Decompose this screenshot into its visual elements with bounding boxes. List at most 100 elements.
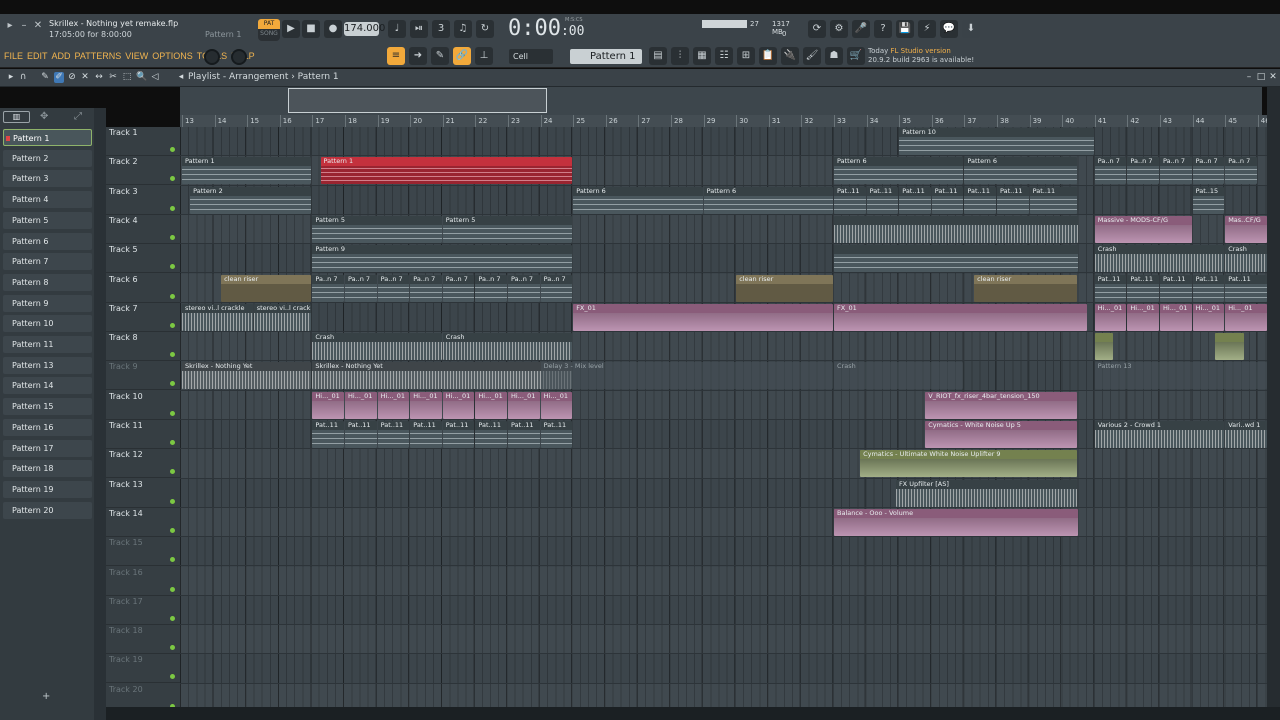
clip[interactable]: Hi..._01 — [1127, 303, 1159, 331]
close-icon[interactable]: ✕ — [32, 20, 44, 32]
news-panel[interactable]: Today FL Studio version 20.9.2 build 296… — [868, 47, 978, 69]
clip[interactable]: Pat..11 — [508, 421, 540, 448]
clip[interactable]: Hi..._01 — [377, 391, 410, 419]
cart-icon[interactable]: 🛒 — [847, 47, 865, 65]
clipboard-icon[interactable]: 📋 — [759, 47, 777, 65]
clip[interactable]: Pat..11 — [1192, 274, 1225, 302]
clip[interactable]: Pa..n 7 — [508, 274, 540, 302]
clip[interactable]: Pat..11 — [312, 421, 344, 448]
clip[interactable]: Pa..n 7 — [1094, 157, 1127, 185]
clip[interactable]: Hi..._01 — [410, 391, 442, 419]
horizontal-scrollbar[interactable] — [106, 707, 1280, 720]
pattern-panel-link-icon[interactable]: ⤢ — [74, 111, 82, 122]
track-lane[interactable] — [180, 596, 1267, 626]
clip[interactable]: Pat..11 — [997, 186, 1029, 214]
clip[interactable]: Skrillex - Nothing Yet — [312, 362, 573, 390]
arrangement-overview[interactable] — [180, 87, 1262, 115]
clip[interactable] — [1215, 333, 1244, 361]
ruler-bar-43[interactable]: 43 — [1160, 115, 1172, 127]
ruler-bar-34[interactable]: 34 — [866, 115, 879, 127]
ruler-bar-31[interactable]: 31 — [768, 115, 781, 127]
pattern-item[interactable]: Pattern 14 — [3, 377, 92, 395]
playlist-grid[interactable]: Pattern 10 Pattern 1 Pattern 1 Pattern 6 Pat… — [180, 127, 1267, 707]
track-mute-led[interactable] — [170, 615, 175, 621]
ruler-bar-18[interactable]: 18 — [345, 115, 357, 127]
channel-rack-icon[interactable]: ⫶ — [671, 47, 689, 65]
clip[interactable]: Pattern 6 — [834, 157, 964, 185]
track-header[interactable]: Track 14 — [106, 508, 180, 537]
menu-edit[interactable]: EDIT — [27, 51, 48, 61]
menu-view[interactable]: VIEW — [125, 51, 148, 61]
clip[interactable]: Pa..n 7 — [1192, 157, 1225, 185]
wait-input-icon[interactable]: ⏯ — [410, 20, 428, 38]
clip[interactable]: stereo vi..l crackle — [182, 303, 253, 331]
clip[interactable]: Pa..n 7 — [540, 274, 573, 302]
clip[interactable]: Cymatics - White Noise Up 5 — [925, 421, 1078, 448]
track-header[interactable]: Track 19 — [106, 654, 180, 684]
slip-tool-icon[interactable]: ↔ — [94, 72, 104, 83]
pattern-item[interactable]: Pattern 10 — [3, 315, 92, 333]
track-lane[interactable] — [180, 567, 1267, 596]
pattern-item[interactable]: Pattern 7 — [3, 253, 92, 271]
playlist-menu-icon[interactable]: ▸ — [6, 72, 16, 83]
ruler-bar-26[interactable]: 26 — [605, 115, 618, 127]
clip[interactable]: Pat..11 — [931, 186, 964, 214]
track-header[interactable]: Track 12 — [106, 449, 180, 479]
pattern-item[interactable]: Pattern 15 — [3, 398, 92, 416]
clip[interactable]: Hi..._01 — [475, 391, 507, 419]
clip[interactable]: Hi..._01 — [1160, 303, 1192, 331]
track-mute-led[interactable] — [170, 440, 175, 445]
clip[interactable]: clean riser — [221, 274, 312, 302]
menu-file[interactable]: FILE — [4, 51, 23, 61]
clip[interactable]: Pa..n 7 — [1127, 157, 1159, 185]
clip[interactable]: Hi..._01 — [540, 391, 573, 419]
pattern-item[interactable]: Pattern 11 — [3, 336, 92, 353]
clip[interactable]: Pattern 1 — [320, 157, 573, 185]
clip[interactable]: Pat..11 — [410, 421, 442, 448]
clip[interactable]: Pattern 6 — [573, 186, 703, 214]
clip[interactable]: Skrillex - Nothing Yet — [182, 362, 312, 390]
menu-add[interactable]: ADD — [52, 51, 71, 61]
track-mute-led[interactable] — [170, 469, 175, 475]
mute-tool-icon[interactable]: ✕ — [80, 72, 90, 83]
track-lane[interactable] — [180, 654, 1267, 684]
zoom-tool-icon[interactable]: 🔍 — [136, 72, 147, 83]
pattern-item[interactable]: Pattern 3 — [3, 170, 92, 188]
clip[interactable]: Pat..11 — [1029, 186, 1078, 214]
pattern-panel-move-icon[interactable]: ✥ — [40, 111, 48, 122]
loop-record-icon[interactable]: ↻ — [476, 20, 494, 38]
overview-view-window[interactable] — [288, 88, 547, 113]
ruler-bar-33[interactable]: 33 — [834, 115, 846, 127]
playlist-minimize-icon[interactable]: – — [1244, 72, 1254, 83]
clip[interactable]: Delay 3 - Mix level — [540, 362, 833, 390]
ruler-bar-25[interactable]: 25 — [573, 115, 585, 127]
clip[interactable]: V_RIOT_fx_riser_4bar_tension_150 — [925, 391, 1078, 419]
clip[interactable]: Pat..11 — [1094, 274, 1127, 302]
track-header[interactable]: Track 9 — [106, 361, 180, 391]
help-icon[interactable]: ? — [874, 20, 892, 38]
pattern-item[interactable]: Pattern 4 — [3, 191, 92, 209]
plugin-icon[interactable]: ⚡ — [918, 20, 936, 38]
clip[interactable]: clean riser — [974, 274, 1078, 302]
track-mute-led[interactable] — [170, 410, 175, 416]
clip[interactable]: Pa..n 7 — [1225, 157, 1257, 185]
track-header[interactable]: Track 1 — [106, 127, 180, 156]
ruler-bar-44[interactable]: 44 — [1192, 115, 1205, 127]
clip[interactable]: Crash — [834, 362, 964, 390]
refresh-icon[interactable]: ⟳ — [808, 20, 826, 38]
ruler-bar-15[interactable]: 15 — [247, 115, 259, 127]
pattern-item[interactable]: Pattern 18 — [3, 460, 92, 478]
track-header[interactable]: Track 4 — [106, 215, 180, 244]
clip[interactable]: Pattern 1 — [182, 157, 312, 185]
clip[interactable]: Various 2 - Crowd 1 — [1094, 421, 1225, 448]
pattern-item[interactable]: Pattern 19 — [3, 480, 92, 498]
stop-button[interactable]: ■ — [302, 20, 320, 38]
download-icon[interactable]: ⬇ — [962, 20, 980, 38]
track-header[interactable]: Track 7 — [106, 303, 180, 332]
track-lane[interactable] — [180, 508, 1267, 538]
ruler-bar-23[interactable]: 23 — [508, 115, 520, 127]
clip[interactable]: Hi..._01 — [1225, 303, 1267, 331]
clip[interactable]: Pat..15 — [1192, 186, 1225, 214]
countdown-icon[interactable]: 3 — [432, 20, 450, 38]
pattern-item[interactable]: Pattern 2 — [3, 149, 92, 167]
